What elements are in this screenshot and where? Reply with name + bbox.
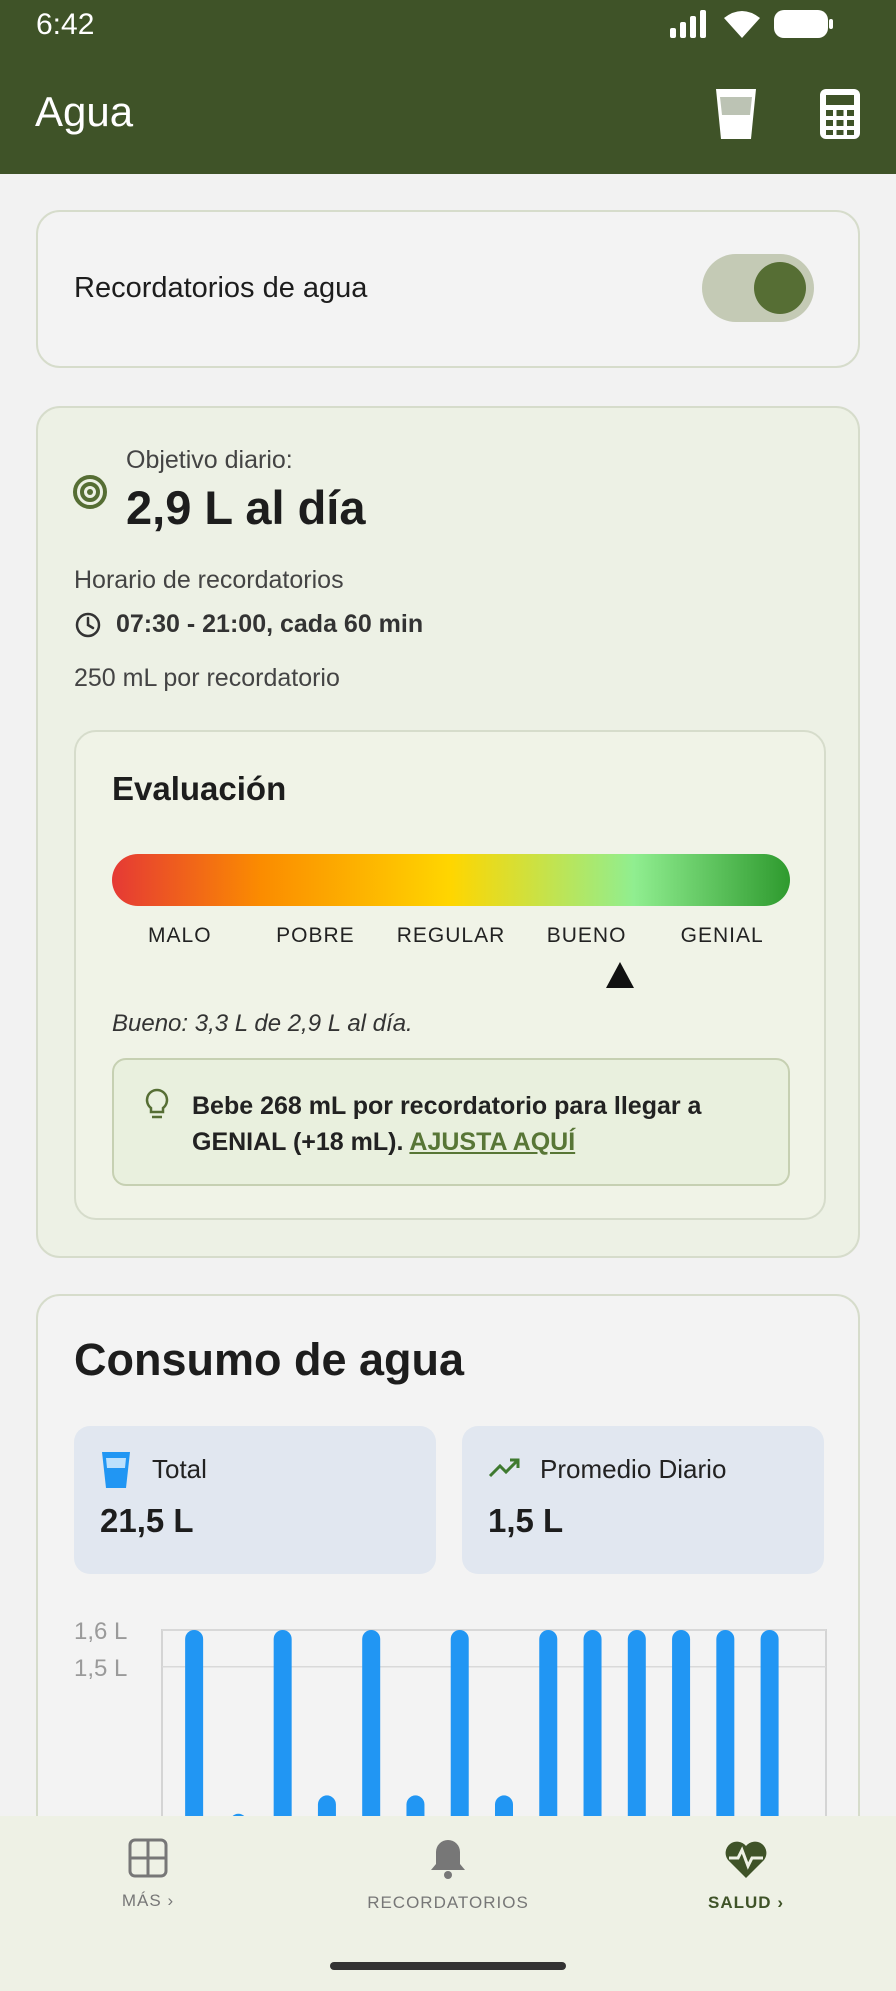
daily-average-stat: Promedio Diario 1,5 L [462, 1426, 824, 1574]
total-label: Total [152, 1454, 207, 1484]
grid-icon [128, 1838, 168, 1878]
chevron-right-icon: › [777, 1893, 784, 1912]
total-stat: Total 21,5 L [74, 1426, 436, 1574]
clock-icon [75, 612, 101, 637]
scale-label-pobre: POBRE [276, 924, 355, 947]
target-icon [73, 475, 107, 509]
glass-button[interactable] [706, 84, 766, 144]
reminders-toggle-label: Recordatorios de agua [74, 272, 368, 304]
y-tick-label: 1,6 L [74, 1618, 127, 1645]
bell-icon [431, 1840, 465, 1879]
evaluation-scale: MALO POBRE REGULAR BUENO GENIAL [112, 924, 790, 948]
daily-average-value: 1,5 L [488, 1502, 564, 1539]
nav-item-mas[interactable]: MÁS › [38, 1838, 258, 1911]
nav-item-salud[interactable]: SALUD › [636, 1838, 856, 1913]
total-value: 21,5 L [100, 1502, 194, 1539]
per-reminder-amount: 250 mL por recordatorio [74, 664, 340, 692]
calculator-icon [820, 89, 860, 139]
wifi-icon [724, 11, 760, 38]
app-bar: Agua [0, 50, 896, 174]
nav-item-recordatorios[interactable]: RECORDATORIOS [338, 1838, 558, 1913]
page-title: Agua [35, 88, 134, 135]
adjust-here-link[interactable]: AJUSTA AQUÍ [409, 1128, 575, 1156]
bottom-navigation: MÁS › RECORDATORIOS SALUD › [0, 1816, 896, 1991]
consumption-title: Consumo de agua [74, 1334, 465, 1385]
calculator-button[interactable] [810, 84, 870, 144]
evaluation-marker [606, 962, 634, 988]
schedule-row: 07:30 - 21:00, cada 60 min [74, 610, 423, 639]
schedule-value: 07:30 - 21:00, cada 60 min [116, 610, 424, 638]
home-indicator [330, 1962, 566, 1970]
nav-label-mas: MÁS [121, 1891, 162, 1910]
heart-pulse-icon [725, 1841, 767, 1878]
schedule-label: Horario de recordatorios [74, 566, 344, 594]
reminders-toggle-card: Recordatorios de agua [36, 210, 860, 368]
evaluation-title: Evaluación [112, 770, 287, 807]
scale-label-malo: MALO [148, 924, 212, 947]
signal-icon [670, 10, 706, 38]
nav-label-recordatorios: RECORDATORIOS [367, 1893, 529, 1912]
evaluation-gradient-bar [112, 854, 790, 906]
status-bar: 6:42 [0, 0, 896, 50]
daily-average-label: Promedio Diario [540, 1454, 727, 1484]
battery-icon [774, 10, 833, 38]
y-tick-label: 1,5 L [74, 1655, 127, 1682]
lightbulb-icon [145, 1088, 169, 1119]
glass-icon [102, 1452, 130, 1488]
chevron-right-icon: › [167, 1891, 175, 1910]
evaluation-summary: Bueno: 3,3 L de 2,9 L al día. [112, 1010, 413, 1037]
daily-goal-card: Objetivo diario: 2,9 L al día Horario de… [36, 406, 860, 1258]
goal-value: 2,9 L al día [126, 481, 366, 534]
glass-icon [716, 89, 756, 139]
scale-label-genial: GENIAL [680, 924, 764, 947]
scale-label-bueno: BUENO [546, 924, 627, 947]
reminders-switch[interactable] [702, 254, 814, 322]
switch-knob [754, 262, 806, 314]
tip-box: Bebe 268 mL por recordatorio para llegar… [112, 1058, 790, 1186]
scale-label-regular: REGULAR [396, 924, 506, 947]
evaluation-panel: Evaluación MALO POBRE REGULAR BUENO GENI… [74, 730, 826, 1220]
status-time: 6:42 [36, 8, 95, 41]
goal-label: Objetivo diario: [126, 446, 293, 474]
trending-up-icon [488, 1458, 520, 1478]
nav-label-salud: SALUD [708, 1893, 772, 1912]
